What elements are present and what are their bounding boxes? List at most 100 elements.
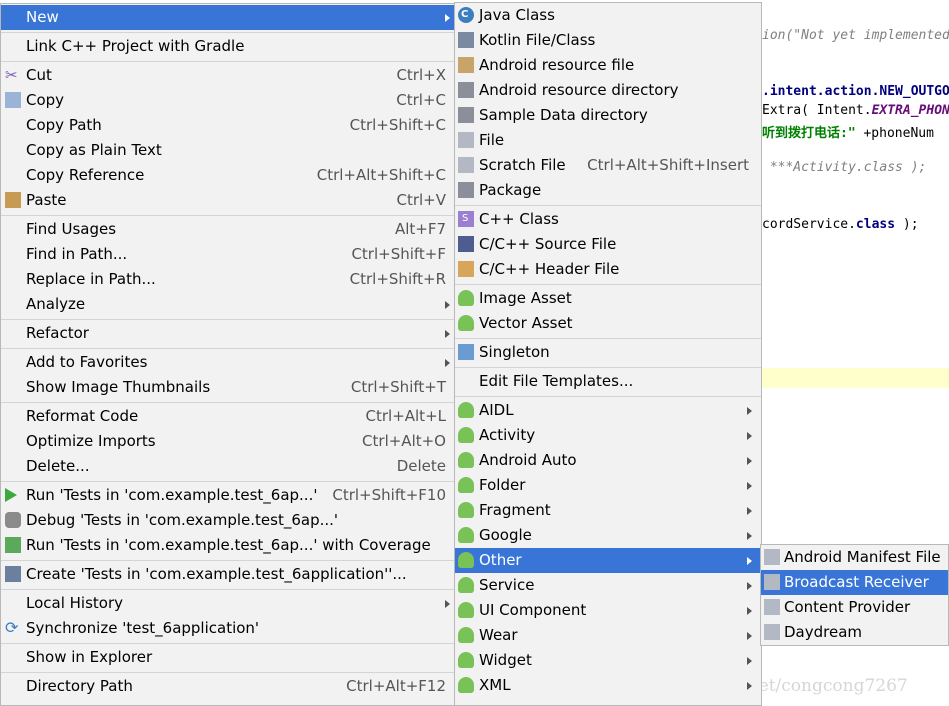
menu-item-package[interactable]: Package bbox=[455, 178, 761, 203]
menu-item-label: Broadcast Receiver bbox=[784, 573, 929, 591]
menu-item-java-class[interactable]: Java Class bbox=[455, 3, 761, 28]
menu-item-service[interactable]: Service bbox=[455, 573, 761, 598]
menu-item-scratch[interactable]: Scratch File Ctrl+Alt+Shift+Insert bbox=[455, 153, 761, 178]
android-icon bbox=[458, 552, 474, 568]
menu-item-label: Edit File Templates... bbox=[479, 372, 634, 390]
menu-item-vector-asset[interactable]: Vector Asset bbox=[455, 311, 761, 336]
copy-icon bbox=[5, 92, 21, 108]
menu-item-create-tests[interactable]: Create 'Tests in 'com.example.test_6appl… bbox=[1, 562, 454, 587]
menu-item-find-usages[interactable]: Find Usages Alt+F7 bbox=[1, 217, 454, 242]
menu-item-label: Copy bbox=[26, 91, 65, 109]
menu-item-singleton[interactable]: Singleton bbox=[455, 340, 761, 365]
menu-separator bbox=[1, 61, 454, 62]
menu-item-label: Copy as Plain Text bbox=[26, 141, 162, 159]
menu-item-label: Folder bbox=[479, 476, 526, 494]
menu-item-label: Android Auto bbox=[479, 451, 577, 469]
menu-item-fragment[interactable]: Fragment bbox=[455, 498, 761, 523]
android-icon bbox=[458, 502, 474, 518]
menu-item-c-header[interactable]: C/C++ Header File bbox=[455, 257, 761, 282]
menu-item-android-manifest[interactable]: Android Manifest File bbox=[761, 545, 948, 570]
menu-item-directory-path[interactable]: Directory Path Ctrl+Alt+F12 bbox=[1, 674, 454, 699]
menu-item-sample-data[interactable]: Sample Data directory bbox=[455, 103, 761, 128]
android-icon bbox=[458, 652, 474, 668]
menu-item-label: Find in Path... bbox=[26, 245, 128, 263]
menu-item-copy-reference[interactable]: Copy Reference Ctrl+Alt+Shift+C bbox=[1, 163, 454, 188]
menu-item-activity[interactable]: Activity bbox=[455, 423, 761, 448]
menu-item-google[interactable]: Google bbox=[455, 523, 761, 548]
code-token: .intent.action.NEW_OUTGO bbox=[762, 84, 949, 99]
menu-item-synchronize[interactable]: Synchronize 'test_6application' bbox=[1, 615, 454, 641]
menu-item-other[interactable]: Other bbox=[455, 548, 761, 573]
submenu-arrow-icon bbox=[747, 557, 752, 565]
cpp-class-icon bbox=[458, 206, 474, 231]
menu-item-label: Refactor bbox=[26, 324, 89, 342]
menu-item-run-tests[interactable]: Run 'Tests in 'com.example.test_6ap...' C… bbox=[1, 483, 454, 508]
menu-item-label: Paste bbox=[26, 191, 67, 209]
menu-item-new[interactable]: New bbox=[1, 5, 454, 30]
menu-item-cut[interactable]: Cut Ctrl+X bbox=[1, 63, 454, 88]
menu-separator bbox=[455, 338, 761, 339]
menu-item-show-explorer[interactable]: Show in Explorer bbox=[1, 645, 454, 670]
code-line: ***Activity.class ); bbox=[762, 160, 927, 175]
menu-item-aidl[interactable]: AIDL bbox=[455, 398, 761, 423]
code-line: ion("Not yet implemented bbox=[762, 28, 949, 43]
submenu-arrow-icon bbox=[747, 457, 752, 465]
menu-item-content-provider[interactable]: Content Provider bbox=[761, 595, 948, 620]
menu-item-label: Kotlin File/Class bbox=[479, 31, 596, 49]
menu-item-label: Package bbox=[479, 181, 542, 199]
menu-item-android-resource-file[interactable]: Android resource file bbox=[455, 53, 761, 78]
menu-item-label: Replace in Path... bbox=[26, 270, 156, 288]
menu-item-label: XML bbox=[479, 676, 511, 694]
menu-item-folder[interactable]: Folder bbox=[455, 473, 761, 498]
menu-item-image-asset[interactable]: Image Asset bbox=[455, 286, 761, 311]
menu-item-cpp-class[interactable]: C++ Class bbox=[455, 206, 761, 232]
menu-item-paste[interactable]: Paste Ctrl+V bbox=[1, 188, 454, 213]
menu-item-link-cpp[interactable]: Link C++ Project with Gradle bbox=[1, 34, 454, 59]
code-token: +phoneNum bbox=[855, 126, 934, 141]
submenu-arrow-icon bbox=[747, 407, 752, 415]
menu-item-replace-in-path[interactable]: Replace in Path... Ctrl+Shift+R bbox=[1, 267, 454, 292]
menu-item-broadcast-receiver[interactable]: Broadcast Receiver bbox=[761, 570, 948, 595]
menu-item-kotlin[interactable]: Kotlin File/Class bbox=[455, 28, 761, 53]
menu-item-run-coverage[interactable]: Run 'Tests in 'com.example.test_6ap...' … bbox=[1, 533, 454, 558]
submenu-arrow-icon bbox=[747, 582, 752, 590]
debug-icon bbox=[5, 512, 21, 528]
menu-item-copy-plain[interactable]: Copy as Plain Text bbox=[1, 138, 454, 163]
menu-item-analyze[interactable]: Analyze bbox=[1, 292, 454, 317]
menu-item-delete[interactable]: Delete... Delete bbox=[1, 454, 454, 479]
menu-item-file[interactable]: File bbox=[455, 128, 761, 153]
menu-item-edit-templates[interactable]: Edit File Templates... bbox=[455, 369, 761, 394]
menu-item-wear[interactable]: Wear bbox=[455, 623, 761, 648]
android-icon bbox=[458, 677, 474, 693]
submenu-arrow-icon bbox=[445, 330, 450, 338]
menu-item-ui-component[interactable]: UI Component bbox=[455, 598, 761, 623]
menu-item-refactor[interactable]: Refactor bbox=[1, 321, 454, 346]
menu-item-daydream[interactable]: Daydream bbox=[761, 620, 948, 645]
menu-item-android-auto[interactable]: Android Auto bbox=[455, 448, 761, 473]
menu-item-widget[interactable]: Widget bbox=[455, 648, 761, 673]
menu-item-c-source[interactable]: C/C++ Source File bbox=[455, 232, 761, 257]
menu-item-show-thumbnails[interactable]: Show Image Thumbnails Ctrl+Shift+T bbox=[1, 375, 454, 400]
menu-item-label: Analyze bbox=[26, 295, 86, 313]
menu-item-xml[interactable]: XML bbox=[455, 673, 761, 698]
menu-item-label: Service bbox=[479, 576, 535, 594]
menu-item-debug-tests[interactable]: Debug 'Tests in 'com.example.test_6ap...… bbox=[1, 508, 454, 533]
menu-item-label: Local History bbox=[26, 594, 124, 612]
menu-item-label: Scratch File bbox=[479, 156, 566, 174]
menu-item-copy[interactable]: Copy Ctrl+C bbox=[1, 88, 454, 113]
menu-item-optimize-imports[interactable]: Optimize Imports Ctrl+Alt+O bbox=[1, 429, 454, 454]
menu-item-find-in-path[interactable]: Find in Path... Ctrl+Shift+F bbox=[1, 242, 454, 267]
c-source-icon bbox=[458, 236, 474, 252]
menu-item-reformat[interactable]: Reformat Code Ctrl+Alt+L bbox=[1, 404, 454, 429]
menu-item-label: Activity bbox=[479, 426, 536, 444]
menu-item-local-history[interactable]: Local History bbox=[1, 591, 454, 616]
android-icon bbox=[458, 602, 474, 618]
code-token: 听到拨打电话:" bbox=[762, 126, 856, 141]
menu-item-label: Content Provider bbox=[784, 598, 911, 616]
menu-item-copy-path[interactable]: Copy Path Ctrl+Shift+C bbox=[1, 113, 454, 138]
menu-item-label: Other bbox=[479, 551, 522, 569]
menu-item-label: Create 'Tests in 'com.example.test_6appl… bbox=[26, 565, 407, 583]
menu-item-android-resource-dir[interactable]: Android resource directory bbox=[455, 78, 761, 103]
menu-item-label: Optimize Imports bbox=[26, 432, 156, 450]
menu-item-add-favorites[interactable]: Add to Favorites bbox=[1, 350, 454, 375]
